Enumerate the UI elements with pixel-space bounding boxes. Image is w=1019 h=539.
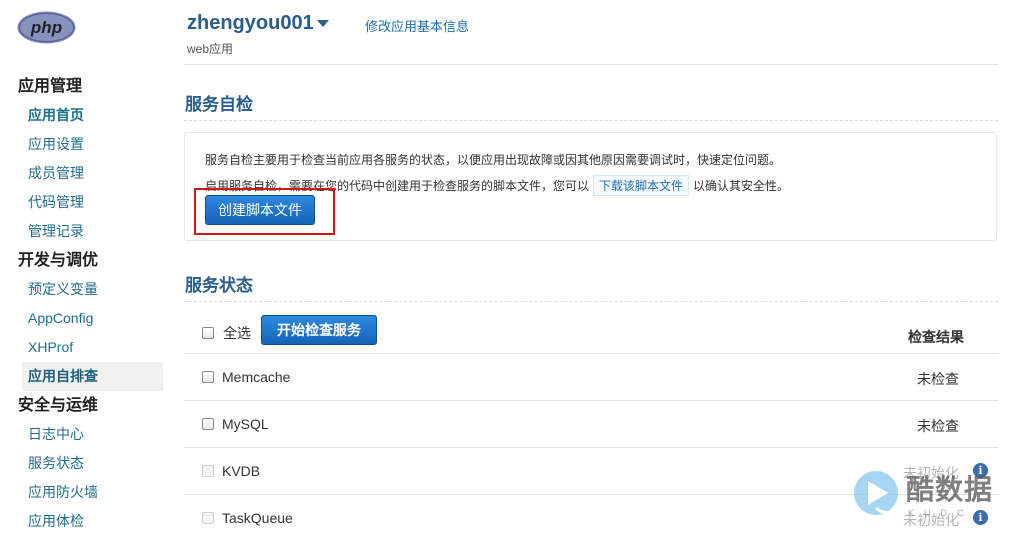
app-name-dropdown[interactable]: zhengyou001 — [187, 12, 329, 35]
sidebar-item-app-settings[interactable]: 应用设置 — [0, 130, 163, 159]
watermark-text: 酷数据 — [906, 474, 994, 505]
table-row: MySQL 未检查 — [184, 401, 998, 448]
sidebar-section-dev-tuning: 开发与调优 — [18, 252, 99, 269]
service-checkbox[interactable] — [202, 371, 214, 383]
service-status-text: 未检查 — [917, 371, 959, 387]
app-type-label: web应用 — [187, 42, 234, 56]
self-check-description: 服务自检主要用于检查当前应用各服务的状态，以便应用出现故障或因其他原因需要调试时… — [205, 153, 782, 167]
sidebar-item-log-center[interactable]: 日志中心 — [0, 420, 163, 449]
app-name: zhengyou001 — [187, 12, 314, 34]
header-divider — [184, 64, 998, 65]
sidebar-item-appconfig[interactable]: AppConfig — [0, 304, 163, 333]
sidebar-section-security-ops: 安全与运维 — [18, 397, 99, 414]
sidebar-item-logs[interactable]: 管理记录 — [0, 217, 163, 246]
sidebar-item-firewall[interactable]: 应用防火墙 — [0, 478, 163, 507]
instructions-text-after: 以确认其安全性。 — [693, 179, 790, 193]
start-check-button[interactable]: 开始检查服务 — [261, 315, 377, 345]
sidebar-item-health-check[interactable]: 应用体检 — [0, 507, 163, 536]
service-name: KVDB — [222, 463, 261, 479]
service-name: MySQL — [222, 416, 269, 432]
edit-app-info-link[interactable]: 修改应用基本信息 — [365, 16, 469, 35]
svg-text:php: php — [30, 18, 62, 37]
service-checkbox — [202, 512, 214, 524]
select-all-control[interactable]: 全选 — [202, 323, 251, 343]
sidebar-item-members[interactable]: 成员管理 — [0, 159, 163, 188]
self-check-title: 服务自检 — [185, 95, 253, 114]
service-checkbox[interactable] — [202, 418, 214, 430]
create-script-button[interactable]: 创建脚本文件 — [205, 195, 315, 225]
service-status-text: 未检查 — [917, 418, 959, 434]
sidebar-item-self-check[interactable]: 应用自排查 — [22, 362, 163, 391]
service-status-divider — [184, 301, 998, 302]
table-row: Memcache 未检查 — [184, 354, 998, 401]
sidebar-item-xhprof[interactable]: XHProf — [0, 333, 163, 362]
select-all-label: 全选 — [223, 325, 251, 341]
caret-down-icon — [316, 20, 329, 27]
service-name: Memcache — [222, 369, 291, 385]
sidebar-item-predefined-vars[interactable]: 预定义变量 — [0, 275, 163, 304]
download-script-link[interactable]: 下载该脚本文件 — [593, 175, 690, 196]
sidebar-section-app-management: 应用管理 — [18, 78, 83, 95]
result-column-header: 检查结果 — [908, 329, 964, 345]
sidebar-item-code[interactable]: 代码管理 — [0, 188, 163, 217]
sidebar-item-service-status[interactable]: 服务状态 — [0, 449, 163, 478]
sidebar-item-app-home[interactable]: 应用首页 — [0, 101, 163, 130]
service-checkbox — [202, 465, 214, 477]
service-status-title: 服务状态 — [185, 276, 253, 295]
select-all-checkbox[interactable] — [202, 327, 214, 339]
php-logo: php — [17, 11, 76, 44]
service-name: TaskQueue — [222, 510, 293, 526]
watermark-subtext: KUDC — [908, 508, 974, 518]
sidebar-nav: 应用管理 应用首页 应用设置 成员管理 代码管理 管理记录 开发与调优 预定义变… — [0, 72, 165, 536]
self-check-divider — [184, 120, 998, 121]
